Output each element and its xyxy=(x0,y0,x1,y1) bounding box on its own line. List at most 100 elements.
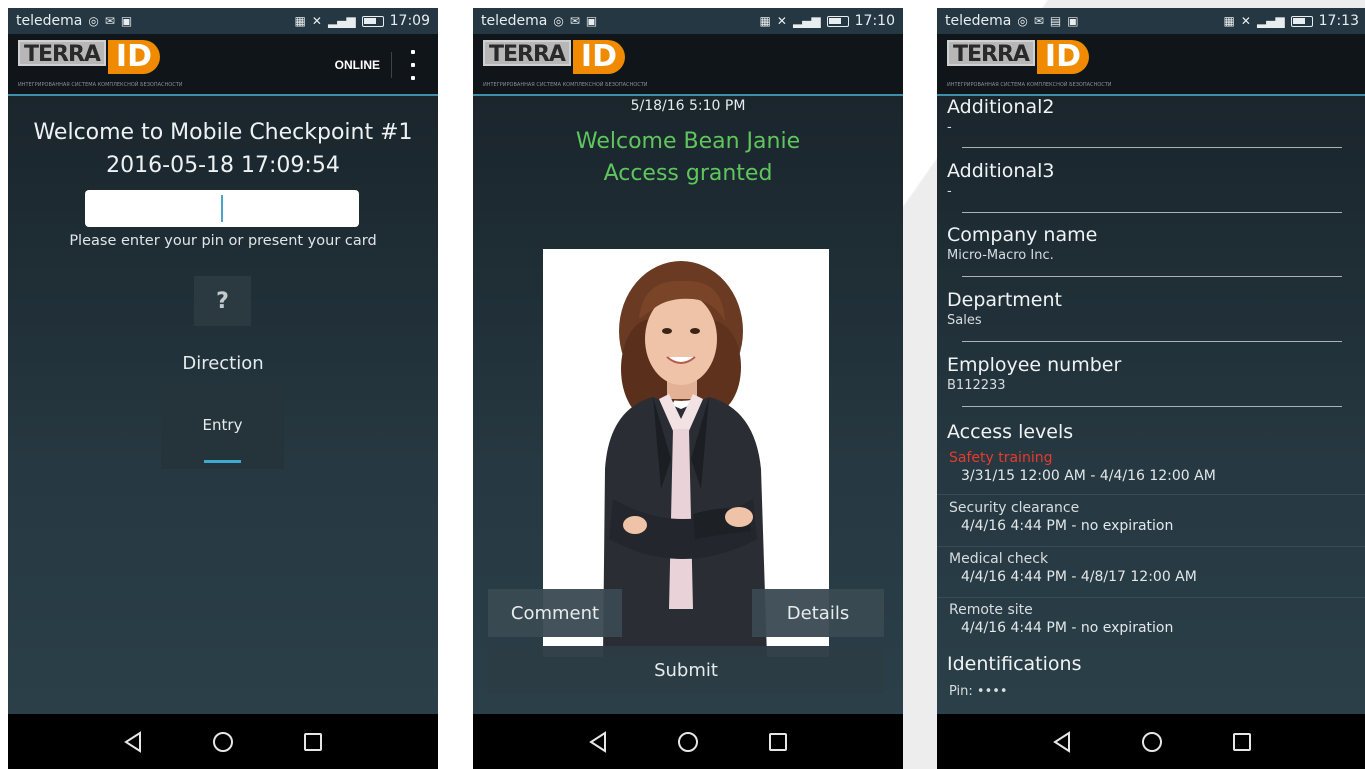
access-status: Access granted xyxy=(603,161,773,186)
recents-icon[interactable] xyxy=(300,729,326,755)
overflow-menu-icon[interactable] xyxy=(406,50,420,80)
field-label: Department xyxy=(947,289,1062,311)
access-level-range: 3/31/15 12:00 AM - 4/4/16 12:00 AM xyxy=(961,468,1216,484)
field-department: Department Sales xyxy=(947,289,1357,328)
welcome-name: Welcome Bean Janie xyxy=(575,129,801,154)
home-icon[interactable] xyxy=(675,729,701,755)
battery-icon xyxy=(361,15,384,27)
access-level-item[interactable]: Medical check 4/4/16 4:44 PM - 4/8/17 12… xyxy=(937,551,1365,598)
battery-icon xyxy=(826,15,849,27)
phone-screen-checkpoint: teledema ◎ ✉ ▣ ▦ ✕ ▂▄▆ 17:09 TERRA ID ИН… xyxy=(8,8,438,769)
field-underline xyxy=(962,212,1342,213)
identification-pin: Pin: •••• xyxy=(949,684,1008,699)
access-result: Welcome Bean Janie Access granted xyxy=(473,126,903,190)
access-level-name: Medical check xyxy=(949,551,1049,567)
signal-icon: ▂▄▆ xyxy=(327,14,356,28)
online-status[interactable]: ONLINE xyxy=(335,58,380,72)
access-level-item[interactable]: Remote site 4/4/16 4:44 PM - no expirati… xyxy=(937,602,1365,647)
logo-tagline: ИНТЕГРИРОВАННАЯ СИСТЕМА КОМПЛЕКСНОЙ БЕЗО… xyxy=(18,82,183,88)
nfc-icon: ▦ xyxy=(1223,14,1235,28)
terraid-logo: TERRA ID xyxy=(947,40,1089,80)
access-level-name-expired: Safety training xyxy=(949,450,1053,466)
unknown-card-button[interactable]: ? xyxy=(194,276,251,326)
app-bar: TERRA ID ИНТЕГРИРОВАННАЯ СИСТЕМА КОМПЛЕК… xyxy=(8,34,438,96)
recents-icon[interactable] xyxy=(1229,729,1255,755)
app-bar: TERRA ID ИНТЕГРИРОВАННАЯ СИСТЕМА КОМПЛЕК… xyxy=(473,34,903,96)
image-icon: ▣ xyxy=(1067,14,1079,28)
field-underline xyxy=(962,276,1342,277)
field-value: - xyxy=(947,120,952,135)
mute-icon: ✕ xyxy=(776,14,787,28)
terraid-logo: TERRA ID xyxy=(18,40,160,80)
direction-label: Direction xyxy=(182,353,264,374)
message-icon: ▤ xyxy=(1049,14,1062,28)
pin-input[interactable] xyxy=(85,190,359,227)
back-icon[interactable] xyxy=(120,729,146,755)
event-timestamp: 5/18/16 5:10 PM xyxy=(630,98,746,114)
carrier-name: teledema xyxy=(481,13,548,29)
pin-hint: Please enter your pin or present your ca… xyxy=(69,233,377,249)
checkpoint-title: Welcome to Mobile Checkpoint #1 xyxy=(33,120,413,145)
identifications-title: Identifications xyxy=(947,653,1082,675)
access-level-name: Remote site xyxy=(949,602,1033,618)
field-underline xyxy=(962,406,1342,407)
details-button[interactable]: Details xyxy=(752,589,884,637)
clock: 17:09 xyxy=(389,13,430,29)
notification-icon: ✉ xyxy=(569,14,580,28)
access-levels-title: Access levels xyxy=(947,421,1074,443)
navigation-bar xyxy=(937,714,1365,769)
field-value: B112233 xyxy=(947,378,1006,393)
home-icon[interactable] xyxy=(1139,729,1165,755)
logo-terra-text: TERRA xyxy=(18,40,106,67)
notification-icon: ✉ xyxy=(104,14,115,28)
clock: 17:13 xyxy=(1318,13,1359,29)
status-bar: teledema ◎ ✉ ▤ ▣ ▦ ✕ ▂▄▆ 17:13 xyxy=(937,8,1365,34)
access-level-name: Security clearance xyxy=(949,500,1080,516)
carrier-name: teledema xyxy=(16,13,83,29)
field-label: Employee number xyxy=(947,354,1122,376)
navigation-bar xyxy=(8,714,438,769)
recents-icon[interactable] xyxy=(765,729,791,755)
access-level-range: 4/4/16 4:44 PM - no expiration xyxy=(961,518,1174,534)
nfc-icon: ▦ xyxy=(294,14,306,28)
clock: 17:10 xyxy=(854,13,895,29)
logo-terra-text: TERRA xyxy=(483,40,571,67)
back-icon[interactable] xyxy=(585,729,611,755)
nfc-icon: ▦ xyxy=(759,14,771,28)
welcome-heading: Welcome to Mobile Checkpoint #1 2016-05-… xyxy=(8,116,438,182)
field-label: Additional2 xyxy=(947,96,1055,118)
carrier-name: teledema xyxy=(945,13,1012,29)
access-level-item[interactable]: Security clearance 4/4/16 4:44 PM - no e… xyxy=(937,500,1365,547)
back-icon[interactable] xyxy=(1049,729,1075,755)
status-bar: teledema ◎ ✉ ▣ ▦ ✕ ▂▄▆ 17:10 xyxy=(473,8,903,34)
field-underline xyxy=(962,341,1342,342)
field-employee-number: Employee number B112233 xyxy=(947,354,1357,393)
direction-tab-entry[interactable]: Entry xyxy=(161,384,284,469)
logo-id-text: ID xyxy=(107,40,160,74)
terraid-logo: TERRA ID xyxy=(483,40,625,80)
image-icon: ▣ xyxy=(120,14,133,28)
navigation-bar xyxy=(473,714,903,769)
home-icon[interactable] xyxy=(210,729,236,755)
image-icon: ▣ xyxy=(585,14,598,28)
field-label: Company name xyxy=(947,224,1098,246)
location-icon: ◎ xyxy=(88,14,99,28)
location-icon: ◎ xyxy=(553,14,564,28)
location-icon: ◎ xyxy=(1017,14,1028,28)
direction-tab-label: Entry xyxy=(202,416,243,434)
access-level-range: 4/4/16 4:44 PM - no expiration xyxy=(961,620,1174,636)
notification-icon: ✉ xyxy=(1033,14,1044,28)
field-additional3: Additional3 - xyxy=(947,160,1357,199)
comment-button[interactable]: Comment xyxy=(488,589,622,637)
field-company-name: Company name Micro-Macro Inc. xyxy=(947,224,1357,263)
signal-icon: ▂▄▆ xyxy=(792,14,821,28)
status-bar: teledema ◎ ✉ ▣ ▦ ✕ ▂▄▆ 17:09 xyxy=(8,8,438,34)
current-datetime: 2016-05-18 17:09:54 xyxy=(106,153,340,178)
field-additional2: Additional2 - xyxy=(947,96,1357,135)
mute-icon: ✕ xyxy=(311,14,322,28)
access-level-item[interactable]: Safety training 3/31/15 12:00 AM - 4/4/1… xyxy=(937,450,1365,495)
signal-icon: ▂▄▆ xyxy=(1256,14,1285,28)
submit-button[interactable]: Submit xyxy=(488,646,884,694)
field-value: Micro-Macro Inc. xyxy=(947,248,1054,263)
phone-screen-access-granted: teledema ◎ ✉ ▣ ▦ ✕ ▂▄▆ 17:10 TERRA ID ИН… xyxy=(473,8,903,769)
